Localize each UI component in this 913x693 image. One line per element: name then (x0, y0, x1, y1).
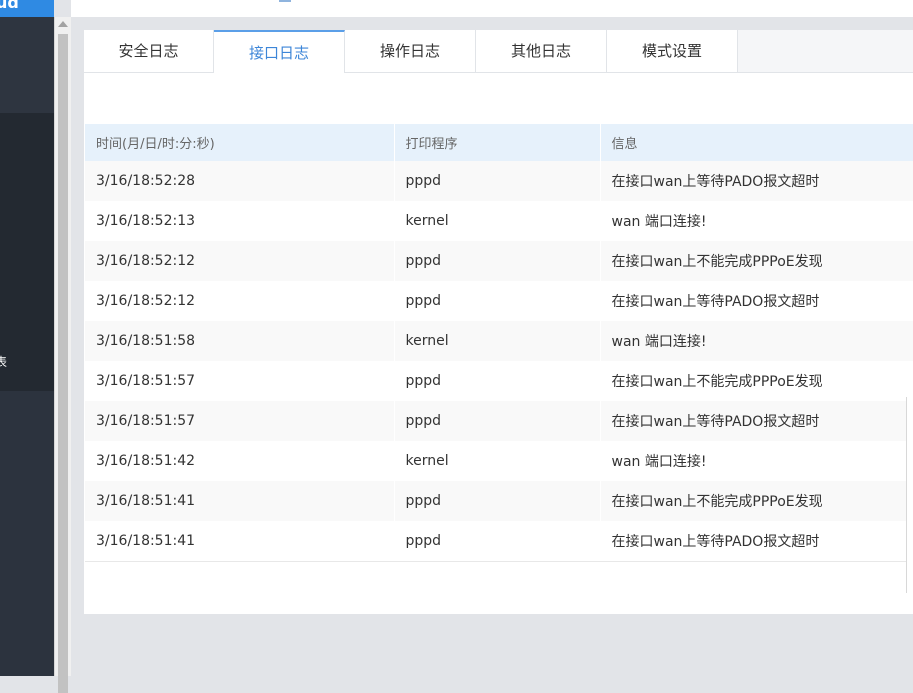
column-header-time: 时间(月/日/时:分:秒) (85, 124, 395, 161)
sidebar-menu-group[interactable] (0, 113, 54, 391)
floating-panel-edge (906, 397, 913, 593)
cell-program: pppd (394, 481, 601, 521)
tab-mode-settings[interactable]: 模式设置 (607, 30, 738, 72)
cell-message: 在接口wan上等待PADO报文超时 (600, 401, 913, 441)
tab-interface-log[interactable]: 接口日志 (214, 30, 345, 73)
table-row: 3/16/18:52:28 pppd 在接口wan上等待PADO报文超时 (85, 161, 913, 201)
tab-bar: 安全日志 接口日志 操作日志 其他日志 模式设置 (84, 30, 913, 73)
log-table: 时间(月/日/时:分:秒) 打印程序 信息 3/16/18:52:28 pppd… (85, 124, 913, 562)
table-row: 3/16/18:52:12 pppd 在接口wan上等待PADO报文超时 (85, 281, 913, 321)
sidebar-section (0, 17, 54, 113)
cell-time: 3/16/18:52:12 (85, 241, 395, 281)
cell-message: 在接口wan上等待PADO报文超时 (600, 161, 913, 201)
sidebar: cloud 表 (0, 0, 54, 676)
table-row: 3/16/18:51:41 pppd 在接口wan上不能完成PPPoE发现 (85, 481, 913, 521)
table-row: 3/16/18:52:12 pppd 在接口wan上不能完成PPPoE发现 (85, 241, 913, 281)
cell-time: 3/16/18:51:57 (85, 361, 395, 401)
cell-time: 3/16/18:51:58 (85, 321, 395, 361)
table-row: 3/16/18:51:42 kernel wan 端口连接! (85, 441, 913, 481)
cell-program: pppd (394, 361, 601, 401)
cell-program: kernel (394, 321, 601, 361)
cell-message: 在接口wan上不能完成PPPoE发现 (600, 481, 913, 521)
cell-program: kernel (394, 441, 601, 481)
cell-message: 在接口wan上不能完成PPPoE发现 (600, 241, 913, 281)
table-row: 3/16/18:51:58 kernel wan 端口连接! (85, 321, 913, 361)
cell-time: 3/16/18:52:13 (85, 201, 395, 241)
cell-program: pppd (394, 521, 601, 562)
column-header-program: 打印程序 (394, 124, 601, 161)
sidebar-section (0, 391, 54, 676)
cell-message: 在接口wan上不能完成PPPoE发现 (600, 361, 913, 401)
cell-message: 在接口wan上等待PADO报文超时 (600, 521, 913, 562)
log-panel: 安全日志 接口日志 操作日志 其他日志 模式设置 时间(月/日/时:分:秒) 打… (84, 30, 913, 614)
table-row: 3/16/18:52:13 kernel wan 端口连接! (85, 201, 913, 241)
cell-time: 3/16/18:51:41 (85, 481, 395, 521)
table-row: 3/16/18:51:57 pppd 在接口wan上等待PADO报文超时 (85, 401, 913, 441)
column-header-message: 信息 (600, 124, 913, 161)
table-header-row: 时间(月/日/时:分:秒) 打印程序 信息 (85, 124, 913, 161)
tab-other-log[interactable]: 其他日志 (476, 30, 607, 72)
cell-program: pppd (394, 161, 601, 201)
scroll-up-icon[interactable] (58, 21, 68, 27)
table-row: 3/16/18:51:41 pppd 在接口wan上等待PADO报文超时 (85, 521, 913, 562)
cell-message: wan 端口连接! (600, 441, 913, 481)
top-header (71, 0, 913, 17)
table-row: 3/16/18:51:57 pppd 在接口wan上不能完成PPPoE发现 (85, 361, 913, 401)
cell-time: 3/16/18:51:41 (85, 521, 395, 562)
cell-message: 在接口wan上等待PADO报文超时 (600, 281, 913, 321)
cell-message: wan 端口连接! (600, 321, 913, 361)
brand-logo[interactable]: cloud (0, 0, 54, 17)
sidebar-scrollbar[interactable] (54, 17, 71, 693)
tab-security-log[interactable]: 安全日志 (84, 30, 214, 72)
cell-program: pppd (394, 401, 601, 441)
cell-program: pppd (394, 241, 601, 281)
scrollbar-thumb[interactable] (58, 34, 68, 693)
cell-message: wan 端口连接! (600, 201, 913, 241)
header-indicator (279, 0, 291, 2)
cell-time: 3/16/18:52:28 (85, 161, 395, 201)
cell-program: pppd (394, 281, 601, 321)
brand-text: cloud (0, 0, 19, 12)
cell-time: 3/16/18:52:12 (85, 281, 395, 321)
tab-operation-log[interactable]: 操作日志 (345, 30, 476, 72)
cell-program: kernel (394, 201, 601, 241)
cell-time: 3/16/18:51:57 (85, 401, 395, 441)
cell-time: 3/16/18:51:42 (85, 441, 395, 481)
sidebar-item-label[interactable]: 表 (0, 353, 7, 370)
